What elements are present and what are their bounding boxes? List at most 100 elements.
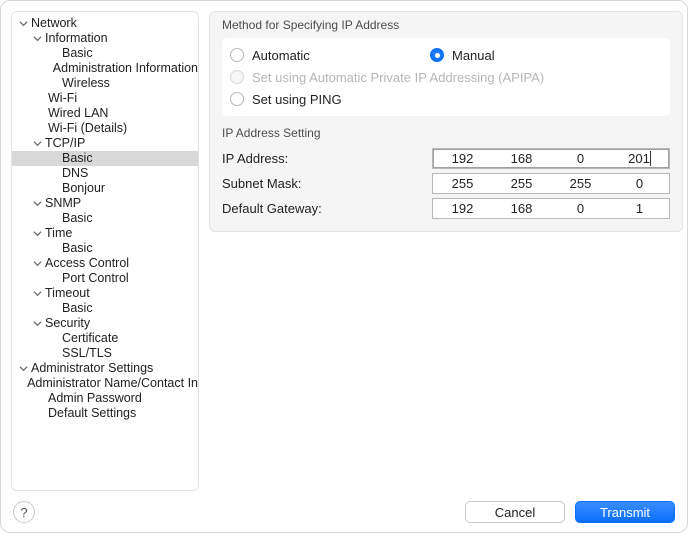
- method-radios: Automatic Manual Set using Automatic Pri…: [222, 38, 670, 116]
- tree-label: Administrator Settings: [29, 361, 153, 376]
- tree-time-basic[interactable]: Basic: [12, 241, 198, 256]
- chevron-down-icon[interactable]: [32, 318, 43, 329]
- chevron-down-icon[interactable]: [32, 33, 43, 44]
- default-gateway-input[interactable]: 192 168 0 1: [432, 198, 670, 219]
- sidebar[interactable]: Network Information Basic Administration…: [11, 11, 199, 491]
- subnet-mask-label: Subnet Mask:: [222, 176, 432, 191]
- tree-timeout-basic[interactable]: Basic: [12, 301, 198, 316]
- button-label: Transmit: [600, 505, 650, 520]
- tree-label: Network: [29, 16, 77, 31]
- tree-snmp[interactable]: SNMP: [12, 196, 198, 211]
- chevron-down-icon[interactable]: [32, 228, 43, 239]
- tree-label: Basic: [60, 151, 93, 166]
- tree-admin-settings[interactable]: Administrator Settings: [12, 361, 198, 376]
- default-gateway-label: Default Gateway:: [222, 201, 432, 216]
- tree-info-admin[interactable]: Administration Information: [12, 61, 198, 76]
- group-title: Method for Specifying IP Address: [222, 12, 670, 38]
- tree-label: Basic: [60, 46, 93, 61]
- chevron-down-icon[interactable]: [18, 363, 29, 374]
- ip-octet[interactable]: 255: [433, 174, 492, 193]
- tree-network[interactable]: Network: [12, 16, 198, 31]
- tree-label: Timeout: [43, 286, 90, 301]
- tree-wired-lan[interactable]: Wired LAN: [12, 106, 198, 121]
- ip-address-input[interactable]: 192 168 0 201: [432, 148, 670, 169]
- tree-info-basic[interactable]: Basic: [12, 46, 198, 61]
- settings-window: Network Information Basic Administration…: [0, 0, 688, 533]
- ip-octet-value: 201: [628, 151, 651, 166]
- tree-port-control[interactable]: Port Control: [12, 271, 198, 286]
- chevron-down-icon[interactable]: [32, 138, 43, 149]
- tree-wifi[interactable]: Wi-Fi: [12, 91, 198, 106]
- tree-label: Admin Password: [46, 391, 142, 406]
- tree-information[interactable]: Information: [12, 31, 198, 46]
- tree-tcpip-dns[interactable]: DNS: [12, 166, 198, 181]
- chevron-down-icon[interactable]: [18, 18, 29, 29]
- tree-access-control[interactable]: Access Control: [12, 256, 198, 271]
- row-ip-address: IP Address: 192 168 0 201: [222, 146, 670, 171]
- radio-ping[interactable]: [230, 92, 244, 106]
- ip-octet[interactable]: 168: [492, 149, 551, 168]
- content-area: Network Information Basic Administration…: [1, 1, 687, 491]
- tree-label: Wireless: [60, 76, 110, 91]
- tree-certificate[interactable]: Certificate: [12, 331, 198, 346]
- tree-label: SNMP: [43, 196, 81, 211]
- ip-octet[interactable]: 201: [610, 149, 669, 168]
- ip-octet[interactable]: 192: [433, 199, 492, 218]
- ip-octet[interactable]: 1: [610, 199, 669, 218]
- transmit-button[interactable]: Transmit: [575, 501, 675, 523]
- tree-ssl-tls[interactable]: SSL/TLS: [12, 346, 198, 361]
- ip-octet[interactable]: 168: [492, 199, 551, 218]
- help-icon: ?: [20, 505, 27, 520]
- tree-label: Security: [43, 316, 90, 331]
- tree-label: Basic: [60, 241, 93, 256]
- ip-octet[interactable]: 0: [551, 199, 610, 218]
- tree-wifi-details[interactable]: Wi-Fi (Details): [12, 121, 198, 136]
- radio-manual[interactable]: [430, 48, 444, 62]
- tree-info-wireless[interactable]: Wireless: [12, 76, 198, 91]
- tree-timeout[interactable]: Timeout: [12, 286, 198, 301]
- radio-apipa: [230, 70, 244, 84]
- radio-automatic-label: Automatic: [252, 48, 310, 63]
- chevron-down-icon[interactable]: [32, 198, 43, 209]
- tree-label: Basic: [60, 211, 93, 226]
- row-subnet-mask: Subnet Mask: 255 255 255 0: [222, 171, 670, 196]
- ip-octet[interactable]: 0: [551, 149, 610, 168]
- chevron-down-icon[interactable]: [32, 288, 43, 299]
- nav-tree: Network Information Basic Administration…: [12, 16, 198, 421]
- chevron-down-icon[interactable]: [32, 258, 43, 269]
- radio-ping-label: Set using PING: [252, 92, 342, 107]
- tree-label: Wired LAN: [46, 106, 108, 121]
- ip-octet[interactable]: 255: [551, 174, 610, 193]
- ip-setting-title: IP Address Setting: [222, 116, 670, 146]
- tree-label: Administrator Name/Contact In: [25, 376, 198, 391]
- tree-tcpip-basic[interactable]: Basic: [12, 151, 198, 166]
- subnet-mask-input[interactable]: 255 255 255 0: [432, 173, 670, 194]
- ip-octet[interactable]: 192: [433, 149, 492, 168]
- tree-label: Certificate: [60, 331, 118, 346]
- row-default-gateway: Default Gateway: 192 168 0 1: [222, 196, 670, 221]
- help-button[interactable]: ?: [13, 501, 35, 523]
- tree-tcpip-bonjour[interactable]: Bonjour: [12, 181, 198, 196]
- tree-admin-name[interactable]: Administrator Name/Contact In: [12, 376, 198, 391]
- tree-security[interactable]: Security: [12, 316, 198, 331]
- radio-manual-label: Manual: [452, 48, 495, 63]
- tree-label: Port Control: [60, 271, 129, 286]
- tree-label: Information: [43, 31, 108, 46]
- ip-address-label: IP Address:: [222, 151, 432, 166]
- radio-automatic[interactable]: [230, 48, 244, 62]
- ip-octet[interactable]: 255: [492, 174, 551, 193]
- tree-admin-password[interactable]: Admin Password: [12, 391, 198, 406]
- method-group: Method for Specifying IP Address Automat…: [209, 11, 683, 232]
- ip-octet[interactable]: 0: [610, 174, 669, 193]
- tree-tcpip[interactable]: TCP/IP: [12, 136, 198, 151]
- cancel-button[interactable]: Cancel: [465, 501, 565, 523]
- tree-label: Wi-Fi: [46, 91, 77, 106]
- tree-label: Bonjour: [60, 181, 105, 196]
- tree-label: Access Control: [43, 256, 129, 271]
- tree-time[interactable]: Time: [12, 226, 198, 241]
- tree-default-settings[interactable]: Default Settings: [12, 406, 198, 421]
- tree-label: SSL/TLS: [60, 346, 112, 361]
- tree-snmp-basic[interactable]: Basic: [12, 211, 198, 226]
- tree-label: Time: [43, 226, 72, 241]
- tree-label: Basic: [60, 301, 93, 316]
